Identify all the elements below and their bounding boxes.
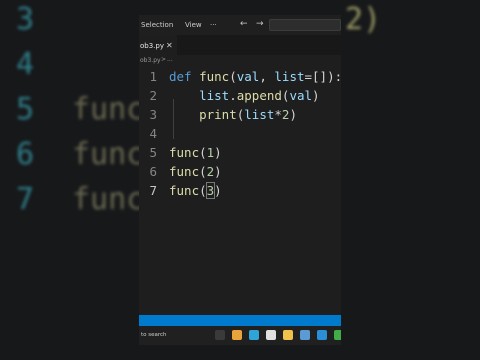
code-token: )	[214, 145, 222, 160]
vscode-window: Selection View ··· ← → ob3.py ✕ ob3.py >…	[139, 15, 341, 345]
line-number: 4	[149, 126, 157, 141]
line-number: 3	[149, 107, 157, 122]
menu-more[interactable]: ···	[210, 21, 217, 29]
code-token: val	[289, 88, 313, 103]
tab-label: ob3.py	[140, 42, 164, 50]
edge-icon[interactable]	[249, 330, 259, 340]
code-line[interactable]: 6 func(2)	[139, 162, 341, 181]
code-token: append	[236, 88, 282, 103]
code-token: val	[236, 69, 260, 84]
code-text: func(2)	[169, 162, 222, 181]
code-text: func(1)	[169, 143, 222, 162]
code-text: def func(val, list=[]):	[169, 67, 341, 86]
bg-code-text: func	[72, 92, 145, 127]
code-token: (	[199, 145, 207, 160]
bg-line-number: 5	[16, 92, 35, 127]
code-token: func	[199, 69, 230, 84]
code-line[interactable]: 3 print(list*2)	[139, 105, 341, 124]
task-view-icon[interactable]	[215, 330, 225, 340]
code-token: *	[274, 107, 282, 122]
line-number: 5	[149, 145, 157, 160]
menu-view[interactable]: View	[185, 21, 202, 29]
status-bar	[139, 315, 341, 326]
code-text: print(list*2)	[169, 105, 297, 124]
code-token: list	[199, 88, 230, 103]
code-line[interactable]: 1 def func(val, list=[]):	[139, 67, 341, 86]
chevron-right-icon: >	[161, 56, 167, 63]
breadcrumb-file[interactable]: ob3.py	[140, 57, 161, 64]
tab-bar: ob3.py ✕	[139, 35, 341, 55]
bg-code-text: func	[72, 182, 145, 217]
code-token: def	[169, 69, 200, 84]
breadcrumb-more[interactable]: ...	[167, 56, 173, 63]
folder-icon[interactable]	[283, 330, 293, 340]
tab-ob3-py[interactable]: ob3.py ✕	[139, 35, 177, 55]
code-token: )	[312, 88, 320, 103]
code-line[interactable]: 4	[139, 124, 341, 143]
code-token: list	[274, 69, 305, 84]
code-token: =[]):	[304, 69, 342, 84]
close-icon[interactable]: ✕	[166, 41, 173, 50]
code-text: func(3)	[169, 181, 222, 200]
code-token: list	[244, 107, 275, 122]
code-token: ,	[259, 69, 275, 84]
bg-code-text: func	[72, 137, 145, 172]
chrome-icon[interactable]	[266, 330, 276, 340]
menu-selection[interactable]: Selection	[141, 21, 173, 29]
taskbar-search[interactable]: to search	[141, 332, 167, 338]
code-token: (	[199, 183, 207, 198]
code-token: (	[199, 164, 207, 179]
bg-line-number: 3	[16, 2, 35, 37]
code-text: list.append(val)	[169, 86, 320, 105]
bg-line-number: 7	[16, 182, 35, 217]
vscode-icon[interactable]	[317, 330, 327, 340]
line-number: 6	[149, 164, 157, 179]
line-number: 7	[149, 183, 157, 198]
forward-arrow-icon[interactable]: →	[256, 19, 264, 29]
title-bar: Selection View ··· ← →	[139, 15, 341, 35]
bg-line-number: 6	[16, 137, 35, 172]
code-token: func	[169, 145, 200, 160]
taskbar: to search	[139, 326, 341, 345]
code-token: func	[169, 183, 200, 198]
code-line[interactable]: 7 func(3)	[139, 181, 341, 200]
code-line[interactable]: 5 func(1)	[139, 143, 341, 162]
bg-line-number: 4	[16, 47, 35, 82]
app-icon[interactable]	[334, 330, 341, 340]
code-token: (	[229, 69, 237, 84]
line-number: 1	[149, 69, 157, 84]
code-line[interactable]: 2 list.append(val)	[139, 86, 341, 105]
line-number: 2	[149, 88, 157, 103]
command-center-search[interactable]	[269, 19, 341, 31]
indent-guide	[173, 99, 174, 139]
code-token: print	[199, 107, 237, 122]
store-icon[interactable]	[300, 330, 310, 340]
back-arrow-icon[interactable]: ←	[240, 19, 248, 29]
code-token: func	[169, 164, 200, 179]
code-token: )	[214, 183, 222, 198]
code-token: )	[289, 107, 297, 122]
code-token: .	[229, 88, 237, 103]
bg-tail-text: 2)	[345, 2, 382, 37]
code-token: )	[214, 164, 222, 179]
photos-icon[interactable]	[232, 330, 242, 340]
